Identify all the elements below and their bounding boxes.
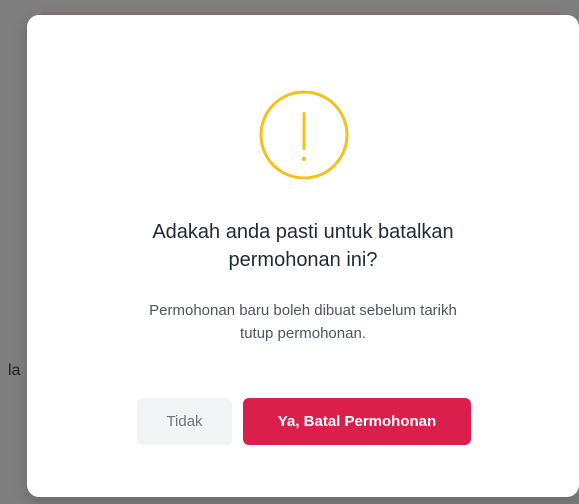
modal-title: Adakah anda pasti untuk batalkan permoho…	[67, 218, 539, 274]
confirm-cancel-application-button[interactable]: Ya, Batal Permohonan	[243, 398, 471, 445]
modal-title-line-1: Adakah anda pasti untuk batalkan	[152, 221, 454, 243]
cancel-button[interactable]: Tidak	[137, 398, 232, 445]
background-left-text: la	[8, 362, 21, 379]
exclamation-circle-icon	[259, 90, 349, 180]
confirmation-modal: Adakah anda pasti untuk batalkan permoho…	[27, 15, 579, 497]
modal-description: Permohonan baru boleh dibuat sebelum tar…	[67, 299, 539, 345]
modal-description-line-2: tutup permohonan.	[240, 325, 366, 342]
modal-description-line-1: Permohonan baru boleh dibuat sebelum tar…	[149, 302, 457, 319]
modal-title-line-2: permohonan ini?	[228, 249, 378, 271]
